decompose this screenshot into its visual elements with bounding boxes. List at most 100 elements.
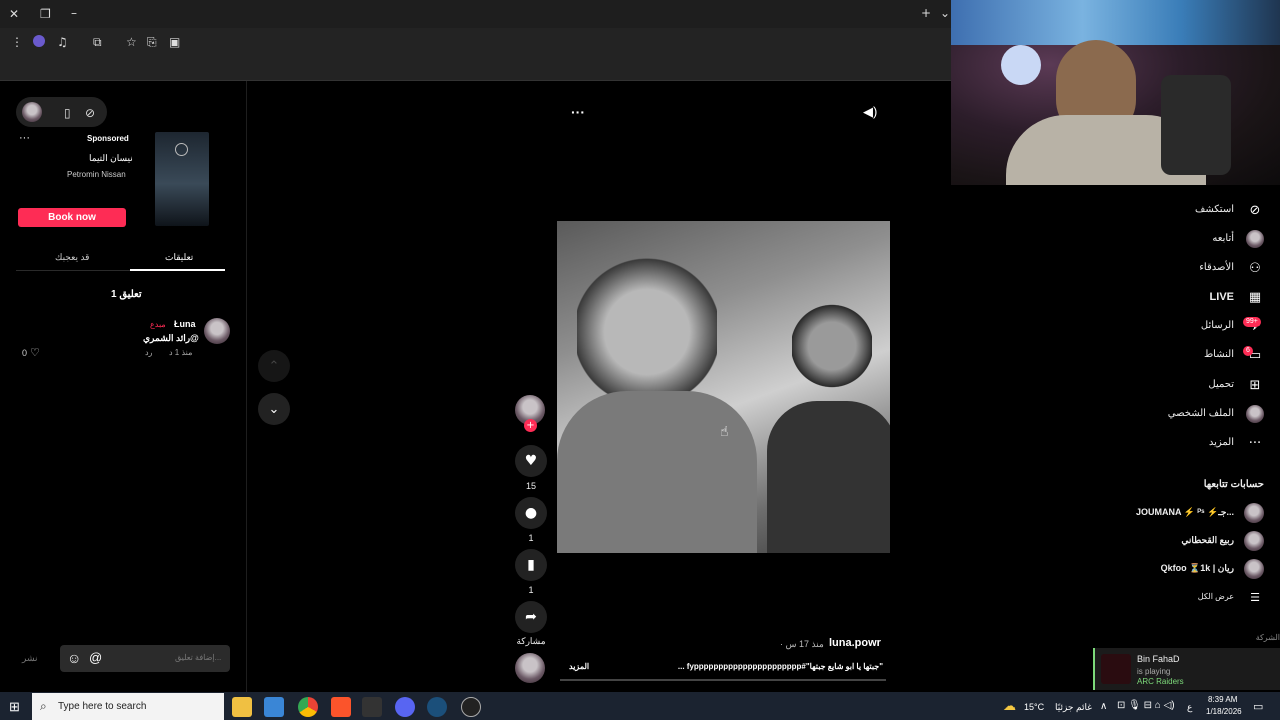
previous-video-button[interactable]: ⌃ [258,350,290,382]
sidebar-label-messages[interactable]: الرسائل [1201,320,1234,331]
store-icon[interactable] [264,697,284,717]
comment-bubble-icon: ● [524,505,538,521]
menu-kebab-icon[interactable]: ⋮ [11,35,23,49]
ad-image[interactable] [155,132,209,226]
restore-icon[interactable]: ❐ [40,7,51,21]
live-icon[interactable]: ▦ [1246,288,1264,306]
comment-count: 1 تعليق [111,289,142,300]
brave-icon[interactable] [331,697,351,717]
chrome-icon[interactable] [298,697,318,717]
compass-small-icon[interactable]: ⊘ [85,106,95,120]
profile-avatar-icon[interactable] [1246,405,1264,423]
sidebar-label-upload[interactable]: تحميل [1208,379,1234,390]
windows-start-icon[interactable]: ⊞ [9,699,20,715]
show-all-link[interactable]: عرض الكل [1198,592,1234,601]
list-icon[interactable]: ☰ [1246,588,1264,606]
new-tab-icon[interactable]: + [921,6,931,20]
split-view-icon[interactable]: ▣ [169,35,180,49]
weather-desc[interactable]: غائم جزئيًا [1055,702,1092,713]
following-section-title: حسابات تتابعها [1203,479,1264,490]
more-icon[interactable]: ··· [1246,434,1264,452]
file-explorer-icon[interactable] [232,697,252,717]
minimize-icon[interactable]: – [71,6,77,20]
mention-icon[interactable]: @ [89,650,102,665]
comment-time: منذ 1 د [169,348,193,357]
cursor-hand-icon: ☝ [720,424,729,440]
discord-icon[interactable] [395,697,415,717]
following-user-avatar-1[interactable] [1244,503,1264,523]
media-control-icon[interactable]: ♫ [57,35,68,49]
bookmark-star-icon[interactable]: ☆ [126,35,137,49]
video-author[interactable]: luna.powr [829,637,881,649]
steam-icon[interactable] [427,697,447,717]
compass-icon[interactable]: ⊘ [1246,201,1264,219]
following-avatar-icon[interactable] [1246,230,1264,248]
share-button[interactable]: ➦ [515,601,547,633]
tray-chevron-icon[interactable]: ∧ [1100,701,1107,712]
app-icon[interactable] [362,697,382,717]
comment-input-box[interactable]: ☺ @ إضافة تعليق... [60,645,230,672]
next-video-button[interactable]: ⌄ [258,393,290,425]
video-progress-bar[interactable] [560,679,886,681]
webcam-light [951,0,1280,45]
sidebar-label-friends[interactable]: الأصدقاء [1199,262,1234,273]
following-user-1[interactable]: JOUMANA ⚡ ᴾˢ ⚡جـ... [1136,507,1234,518]
upload-icon[interactable]: ⊞ [1246,376,1264,394]
music-disc-avatar[interactable] [515,653,545,683]
notification-icon[interactable]: ▭ [1253,700,1263,713]
comment-button[interactable]: ● [515,497,547,529]
follow-plus-icon[interactable]: + [524,419,537,432]
post-button[interactable]: نشر [22,653,38,664]
video-player[interactable]: ☝ [557,221,890,553]
volume-icon[interactable]: ◀) [863,104,877,120]
comment-reply-button[interactable]: رد [145,348,152,357]
comment-author-avatar[interactable] [204,318,230,344]
clock-time[interactable]: 8:39 AM [1208,695,1237,704]
search-icon: ⌕ [40,699,47,713]
reading-list-icon[interactable]: ⎘ [147,35,157,49]
like-button[interactable]: ♥ [515,445,547,477]
obs-icon[interactable] [461,697,481,717]
close-icon[interactable]: ✕ [9,7,19,21]
tray-icons[interactable]: ⊡ 🎙 ⊟ ⌂ ◁) [1117,700,1175,711]
comment-author-name[interactable]: Łuna [174,319,196,329]
video-person-left-body [557,391,757,553]
following-user-3[interactable]: Qkfoo ⏳1k | ريان [1161,563,1234,574]
video-more-icon[interactable]: ··· [571,104,585,120]
sidebar-label-live[interactable]: LIVE [1210,291,1234,303]
tab-search-icon[interactable]: ⌄ [940,6,950,20]
sidebar-label-profile[interactable]: الملف الشخصي [1168,408,1234,419]
book-now-button[interactable]: Book now [18,208,126,227]
ad-more-icon[interactable]: ··· [19,132,30,144]
activity-badge: 6 [1243,346,1253,356]
comment-input[interactable]: إضافة تعليق... [175,653,221,662]
taskbar-search[interactable]: ⌕ Type here to search [32,693,224,720]
tab-comments[interactable]: تعليقات [165,252,193,263]
save-button[interactable]: ▮ [515,549,547,581]
friends-icon[interactable]: ⚇ [1246,259,1264,277]
user-avatar[interactable] [22,102,42,122]
save-count: 1 [528,585,534,595]
overlay-game: ARC Raiders [1137,677,1184,686]
following-user-avatar-3[interactable] [1244,559,1264,579]
emoji-icon[interactable]: ☺ [67,650,81,666]
extension-icon[interactable] [33,35,45,47]
sidebar-label-activity[interactable]: النشاط [1204,349,1234,360]
weather-temp[interactable]: 15°C [1024,702,1044,712]
caption-more-button[interactable]: المزيد [569,662,589,671]
overlay-status: is playing [1137,667,1171,676]
sidebar-label-more[interactable]: المزيد [1209,437,1234,448]
language-indicator[interactable]: ع [1187,702,1192,713]
tab-you-may-like[interactable]: قد يعجبك [55,252,89,263]
company-link[interactable]: الشركة [1256,633,1280,642]
sidebar-label-following[interactable]: أتابعه [1212,233,1234,244]
mobile-icon[interactable]: ▯ [64,106,71,120]
overlay-name: Bin FahaD [1137,654,1180,664]
following-user-avatar-2[interactable] [1244,531,1264,551]
clock-date[interactable]: 1/18/2026 [1206,707,1242,716]
heart-outline-icon[interactable]: ♡ [30,346,40,359]
messages-badge: 99+ [1243,317,1261,327]
extensions-puzzle-icon[interactable]: ⧉ [93,35,102,49]
sidebar-label-explore[interactable]: استكشف [1195,204,1234,215]
following-user-2[interactable]: ربيع القحطاني [1181,535,1234,546]
